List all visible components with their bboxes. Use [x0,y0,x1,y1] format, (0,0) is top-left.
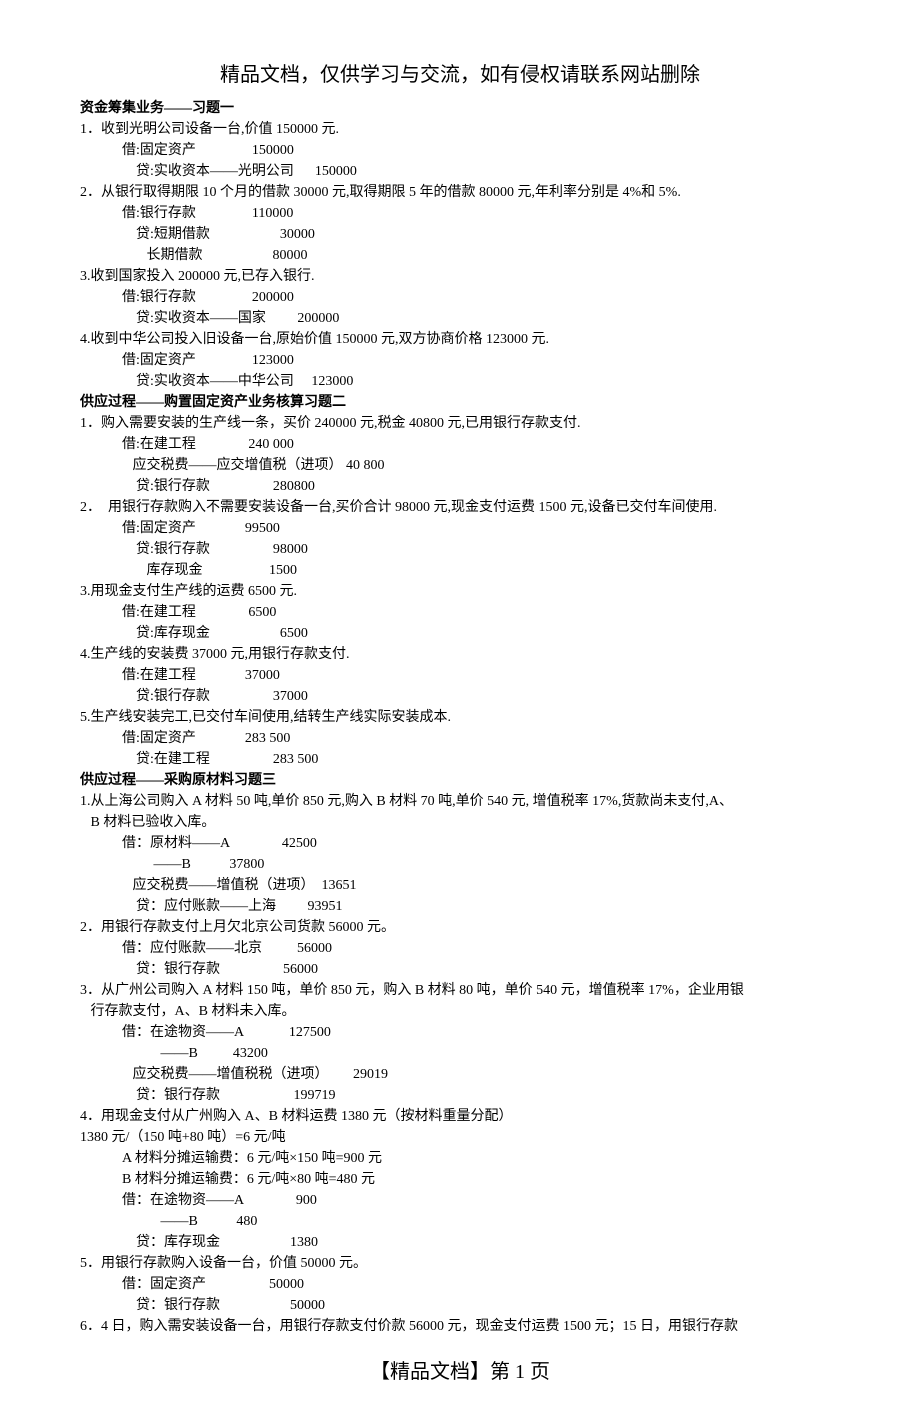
journal-line: 贷:实收资本——国家 200000 [80,308,840,329]
item-3-1: 1.从上海公司购入 A 材料 50 吨,单价 850 元,购入 B 材料 70 … [80,791,840,917]
item-desc: 6．4 日，购入需安装设备一台，用银行存款支付价款 56000 元，现金支付运费… [80,1316,840,1337]
journal-line: 应交税费——增值税税（进项） 29019 [80,1064,840,1085]
item-2-4: 4.生产线的安装费 37000 元,用银行存款支付. 借:在建工程 37000 … [80,644,840,707]
journal-line: 贷:库存现金 6500 [80,623,840,644]
journal-line: ——B 480 [80,1211,840,1232]
item-desc: 3.收到国家投入 200000 元,已存入银行. [80,266,840,287]
item-desc: 5．用银行存款购入设备一台，价值 50000 元。 [80,1253,840,1274]
item-desc: 4.生产线的安装费 37000 元,用银行存款支付. [80,644,840,665]
item-2-3: 3.用现金支付生产线的运费 6500 元. 借:在建工程 6500 贷:库存现金… [80,581,840,644]
journal-line: 贷:短期借款 30000 [80,224,840,245]
journal-line: 贷：银行存款 56000 [80,959,840,980]
journal-line: 库存现金 1500 [80,560,840,581]
item-desc: 2．从银行取得期限 10 个月的借款 30000 元,取得期限 5 年的借款 8… [80,182,840,203]
journal-line: 借:固定资产 123000 [80,350,840,371]
item-1-3: 3.收到国家投入 200000 元,已存入银行. 借:银行存款 200000 贷… [80,266,840,329]
item-3-4: 4．用现金支付从广州购入 A、B 材料运费 1380 元（按材料重量分配） 13… [80,1106,840,1253]
journal-line: B 材料分摊运输费：6 元/吨×80 吨=480 元 [80,1169,840,1190]
item-desc: 4.收到中华公司投入旧设备一台,原始价值 150000 元,双方协商价格 123… [80,329,840,350]
item-desc: 1．购入需要安装的生产线一条，买价 240000 元,税金 40800 元,已用… [80,413,840,434]
item-3-6: 6．4 日，购入需安装设备一台，用银行存款支付价款 56000 元，现金支付运费… [80,1316,840,1337]
journal-line: 借：在途物资——A 900 [80,1190,840,1211]
item-2-5: 5.生产线安装完工,已交付车间使用,结转生产线实际安装成本. 借:固定资产 28… [80,707,840,770]
journal-line: 借:固定资产 150000 [80,140,840,161]
journal-line: 贷：应付账款——上海 93951 [80,896,840,917]
section-2-title: 供应过程——购置固定资产业务核算习题二 [80,392,840,413]
journal-line: 借:在建工程 37000 [80,665,840,686]
section-2: 供应过程——购置固定资产业务核算习题二 1．购入需要安装的生产线一条，买价 24… [80,392,840,770]
journal-line: 借：原材料——A 42500 [80,833,840,854]
section-3-title: 供应过程——采购原材料习题三 [80,770,840,791]
journal-line: 贷:实收资本——中华公司 123000 [80,371,840,392]
item-desc-cont: B 材料已验收入库。 [80,812,840,833]
header-warning: 精品文档，仅供学习与交流，如有侵权请联系网站删除 [80,60,840,90]
page-footer: 【精品文档】第 1 页 [80,1357,840,1387]
item-2-2: 2． 用银行存款购入不需要安装设备一台,买价合计 98000 元,现金支付运费 … [80,497,840,581]
journal-line: 贷:在建工程 283 500 [80,749,840,770]
item-2-1: 1．购入需要安装的生产线一条，买价 240000 元,税金 40800 元,已用… [80,413,840,497]
item-desc: 4．用现金支付从广州购入 A、B 材料运费 1380 元（按材料重量分配） [80,1106,840,1127]
item-desc: 1.从上海公司购入 A 材料 50 吨,单价 850 元,购入 B 材料 70 … [80,791,840,812]
journal-line: A 材料分摊运输费：6 元/吨×150 吨=900 元 [80,1148,840,1169]
journal-line: 借:银行存款 110000 [80,203,840,224]
journal-line: 贷:实收资本——光明公司 150000 [80,161,840,182]
journal-line: 应交税费——增值税（进项） 13651 [80,875,840,896]
section-1-title: 资金筹集业务——习题一 [80,98,840,119]
item-desc: 3．从广州公司购入 A 材料 150 吨，单价 850 元，购入 B 材料 80… [80,980,840,1001]
journal-line: 长期借款 80000 [80,245,840,266]
item-desc: 3.用现金支付生产线的运费 6500 元. [80,581,840,602]
journal-line: 贷：银行存款 50000 [80,1295,840,1316]
item-1-1: 1．收到光明公司设备一台,价值 150000 元. 借:固定资产 150000 … [80,119,840,182]
journal-line: 借:在建工程 6500 [80,602,840,623]
item-desc-cont: 行存款支付，A、B 材料未入库。 [80,1001,840,1022]
journal-line: 借：在途物资——A 127500 [80,1022,840,1043]
journal-line: 贷：库存现金 1380 [80,1232,840,1253]
journal-line: 借：应付账款——北京 56000 [80,938,840,959]
journal-line: 借:在建工程 240 000 [80,434,840,455]
journal-line: ——B 43200 [80,1043,840,1064]
journal-line: 贷：银行存款 199719 [80,1085,840,1106]
journal-line: 借:固定资产 283 500 [80,728,840,749]
journal-line: 借：固定资产 50000 [80,1274,840,1295]
item-1-4: 4.收到中华公司投入旧设备一台,原始价值 150000 元,双方协商价格 123… [80,329,840,392]
item-1-2: 2．从银行取得期限 10 个月的借款 30000 元,取得期限 5 年的借款 8… [80,182,840,266]
section-3: 供应过程——采购原材料习题三 1.从上海公司购入 A 材料 50 吨,单价 85… [80,770,840,1337]
item-desc: 5.生产线安装完工,已交付车间使用,结转生产线实际安装成本. [80,707,840,728]
item-3-2: 2．用银行存款支付上月欠北京公司货款 56000 元。 借：应付账款——北京 5… [80,917,840,980]
item-desc: 2．用银行存款支付上月欠北京公司货款 56000 元。 [80,917,840,938]
item-desc: 1．收到光明公司设备一台,价值 150000 元. [80,119,840,140]
journal-line: 应交税费——应交增值税（进项） 40 800 [80,455,840,476]
section-1: 资金筹集业务——习题一 1．收到光明公司设备一台,价值 150000 元. 借:… [80,98,840,392]
journal-line: 贷:银行存款 98000 [80,539,840,560]
item-3-3: 3．从广州公司购入 A 材料 150 吨，单价 850 元，购入 B 材料 80… [80,980,840,1106]
calc-line: 1380 元/（150 吨+80 吨）=6 元/吨 [80,1127,840,1148]
journal-line: ——B 37800 [80,854,840,875]
item-desc: 2． 用银行存款购入不需要安装设备一台,买价合计 98000 元,现金支付运费 … [80,497,840,518]
journal-line: 贷:银行存款 280800 [80,476,840,497]
journal-line: 贷:银行存款 37000 [80,686,840,707]
item-3-5: 5．用银行存款购入设备一台，价值 50000 元。 借：固定资产 50000 贷… [80,1253,840,1316]
journal-line: 借:固定资产 99500 [80,518,840,539]
journal-line: 借:银行存款 200000 [80,287,840,308]
